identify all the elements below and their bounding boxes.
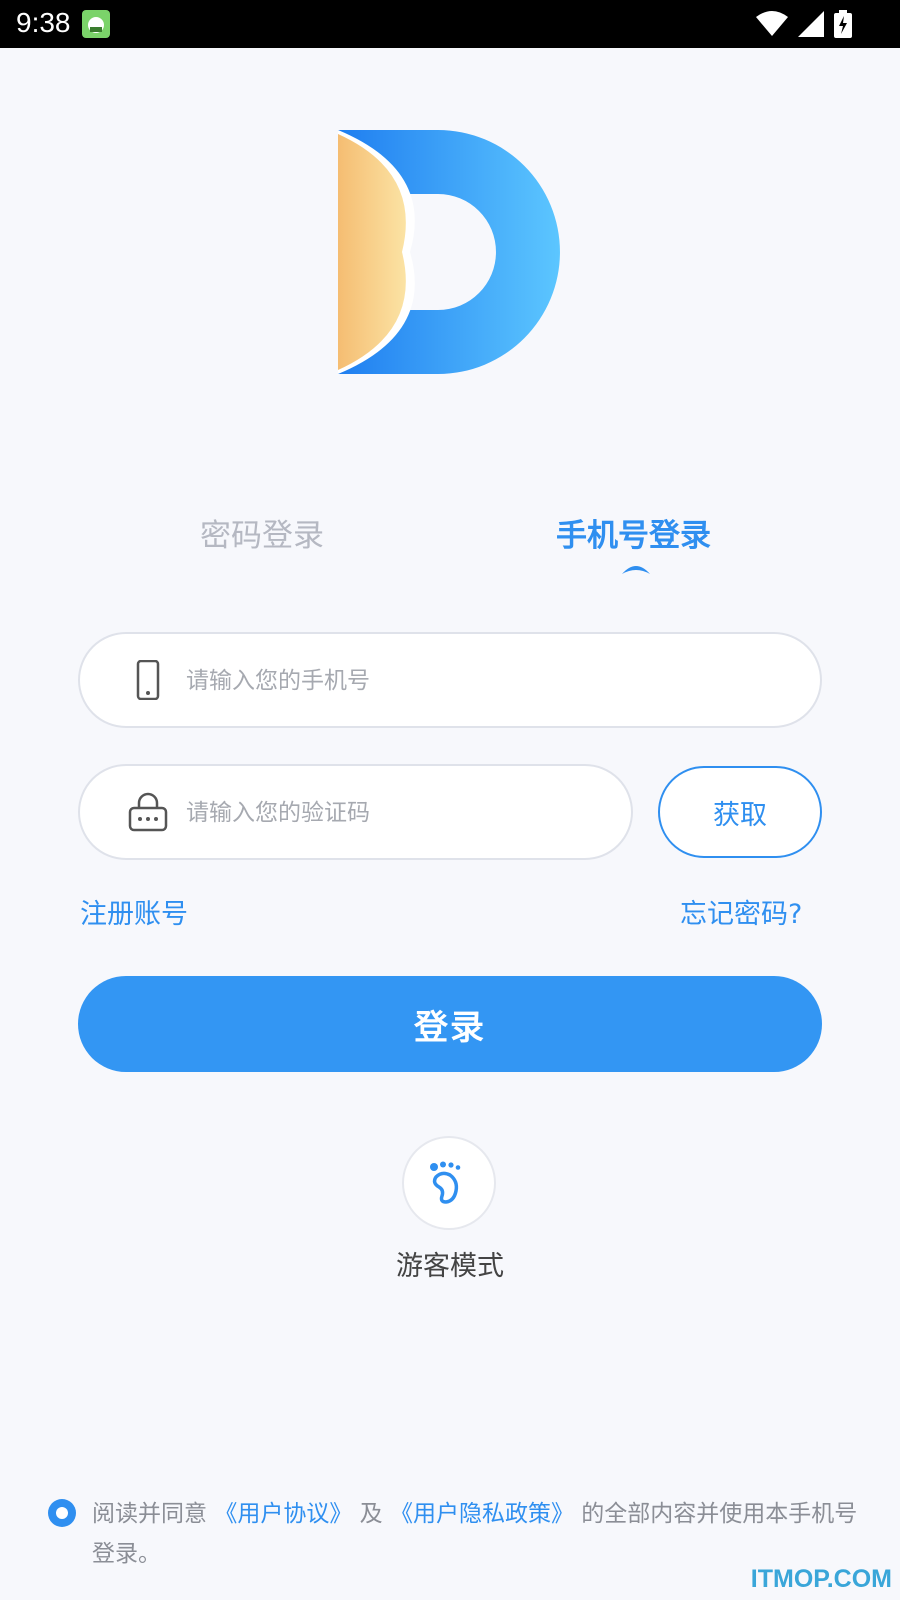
forgot-password-link[interactable]: 忘记密码? — [680, 892, 802, 931]
verification-code-field[interactable] — [78, 764, 633, 860]
phone-icon — [136, 660, 160, 700]
agreement-prefix: 阅读并同意 — [92, 1501, 207, 1527]
active-tab-caret-icon — [622, 566, 650, 574]
agreement-text: 阅读并同意 《用户协议》 及 《用户隐私政策》 的全部内容并使用本手机号登录。 — [92, 1494, 862, 1574]
privacy-policy-link[interactable]: 《用户隐私政策》 — [390, 1501, 574, 1527]
status-icons — [756, 10, 852, 38]
cellular-signal-icon — [798, 11, 824, 37]
phone-input[interactable] — [184, 634, 608, 728]
tab-password-login[interactable]: 密码登录 — [200, 510, 324, 555]
phone-field[interactable] — [78, 632, 822, 728]
get-code-button[interactable]: 获取 — [658, 766, 822, 858]
agreement-and: 及 — [359, 1501, 383, 1527]
agreement-radio[interactable] — [48, 1499, 76, 1527]
watermark: ITMOP.COM — [750, 1565, 892, 1593]
login-button[interactable]: 登录 — [78, 976, 822, 1072]
guest-mode-button[interactable] — [402, 1136, 496, 1230]
register-link[interactable]: 注册账号 — [80, 892, 188, 931]
footprint-icon — [430, 1161, 461, 1204]
user-agreement-link[interactable]: 《用户协议》 — [214, 1501, 352, 1527]
status-bar: 9:38 — [0, 0, 900, 48]
verification-code-input[interactable] — [184, 766, 518, 860]
guest-mode-label: 游客模式 — [396, 1251, 504, 1282]
app-logo — [338, 130, 564, 374]
wifi-icon — [756, 11, 788, 36]
status-time: 9:38 — [16, 7, 71, 38]
tab-phone-login[interactable]: 手机号登录 — [556, 510, 711, 555]
battery-charging-icon — [834, 10, 852, 38]
lock-icon — [128, 792, 168, 832]
app-notification-icon — [82, 10, 110, 38]
